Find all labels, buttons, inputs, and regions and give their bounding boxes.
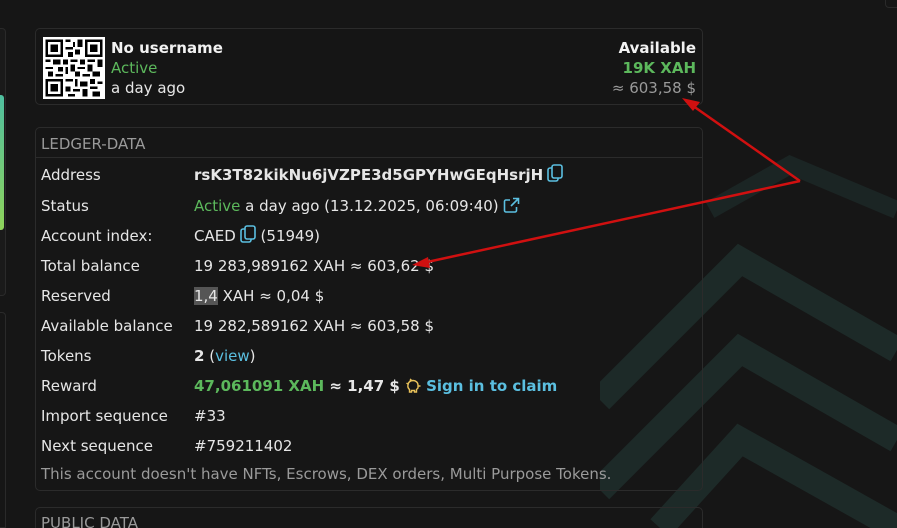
import-sequence-value: #33 — [194, 407, 226, 425]
reserved-highlighted-value: 1,4 — [194, 287, 218, 305]
account-index-number: (51949) — [260, 227, 320, 245]
available-usd: ≈ 603,58 $ — [611, 79, 696, 97]
tokens-count: 2 — [194, 347, 205, 365]
ledger-note: This account doesn't have NFTs, Escrows,… — [41, 465, 612, 483]
account-index-value: CAED — [194, 227, 236, 245]
public-data-title: PUBLIC DATA — [41, 514, 138, 528]
status-value-wrap: Active a day ago (13.12.2025, 06:09:40) — [194, 195, 520, 217]
reserved-value-wrap: 1,4 XAH ≈ 0,04 $ — [194, 285, 324, 307]
total-balance-label: Total balance — [41, 257, 140, 275]
import-sequence-label: Import sequence — [41, 407, 168, 425]
available-amount: 19K XAH — [622, 59, 696, 77]
reward-label: Reward — [41, 377, 97, 395]
tokens-paren-close: ) — [249, 347, 256, 365]
reserved-value: XAH ≈ 0,04 $ — [217, 287, 325, 305]
tokens-view-link[interactable]: view — [215, 347, 250, 365]
account-index-value-wrap: CAED (51949) — [194, 225, 320, 247]
status-value: Active — [194, 197, 241, 215]
status-label: Status — [41, 197, 89, 215]
sign-in-to-claim-link[interactable]: Sign in to claim — [426, 377, 557, 395]
ledger-data-title: LEDGER-DATA — [36, 128, 702, 158]
top-right-panel-edge — [885, 0, 897, 8]
reward-value-wrap: 47,061091 XAH ≈ 1,47 $ Sign in to claim — [194, 375, 557, 397]
address-value[interactable]: rsK3T82kikNu6jVZPE3d5GPYHwGEqHsrjH — [194, 166, 543, 184]
next-sequence-value: #759211402 — [194, 437, 293, 455]
public-data-panel: PUBLIC DATA — [35, 507, 703, 528]
available-balance-value: 19 282,589162 XAH ≈ 603,58 $ — [194, 317, 434, 335]
account-activated-ago: a day ago — [111, 79, 186, 97]
left-accent-bar — [0, 95, 4, 230]
reserved-label: Reserved — [41, 287, 111, 305]
account-summary-card: No username Active a day ago Available 1… — [35, 28, 703, 105]
next-sequence-label: Next sequence — [41, 437, 153, 455]
available-balance-label: Available balance — [41, 317, 173, 335]
tokens-paren-open: ( — [204, 347, 216, 365]
tokens-value-wrap: 2 (view) — [194, 345, 255, 367]
reward-amount: 47,061091 XAH — [194, 377, 325, 395]
piggy-bank-icon — [406, 378, 421, 393]
copy-icon[interactable] — [239, 225, 256, 244]
external-link-icon[interactable] — [503, 197, 520, 214]
account-status: Active — [111, 59, 158, 77]
account-info: No username Active a day ago — [111, 38, 223, 98]
available-label: Available — [618, 39, 696, 57]
page: No username Active a day ago Available 1… — [0, 0, 897, 528]
account-username: No username — [111, 39, 223, 57]
status-time: a day ago (13.12.2025, 06:09:40) — [240, 197, 499, 215]
address-value-wrap: rsK3T82kikNu6jVZPE3d5GPYHwGEqHsrjH — [194, 164, 563, 186]
reward-usd: ≈ 1,47 $ — [324, 377, 406, 395]
qr-code-icon[interactable] — [43, 37, 105, 99]
tokens-label: Tokens — [41, 347, 92, 365]
total-balance-value: 19 283,989162 XAH ≈ 603,62 $ — [194, 257, 434, 275]
ledger-data-panel: LEDGER-DATA Address rsK3T82kikNu6jVZPE3d… — [35, 127, 703, 491]
account-index-label: Account index: — [41, 227, 153, 245]
available-summary: Available 19K XAH ≈ 603,58 $ — [612, 38, 696, 98]
left-panel-edge-lower — [0, 312, 6, 528]
copy-icon[interactable] — [547, 164, 563, 183]
address-label: Address — [41, 166, 101, 184]
